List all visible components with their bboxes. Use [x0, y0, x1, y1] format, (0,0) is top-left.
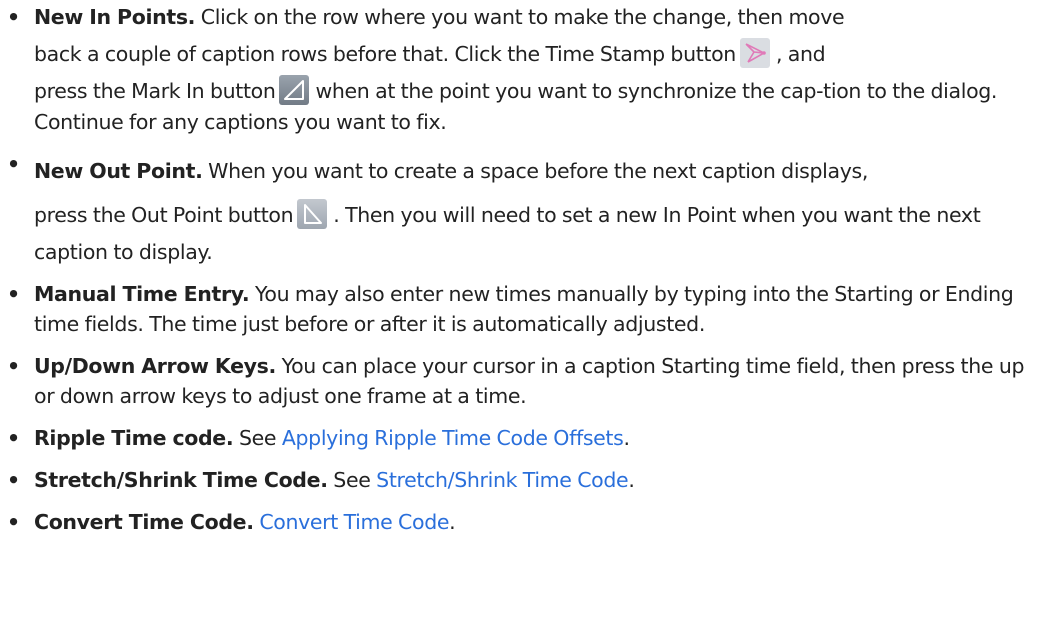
text-line-with-icon: back a couple of caption rows before tha… [34, 32, 1044, 76]
item-text: press the Mark In button [34, 79, 276, 103]
item-text: . [623, 426, 630, 450]
item-term: Convert Time Code. [34, 510, 254, 534]
item-term: Up/Down Arrow Keys. [34, 354, 276, 378]
item-term: Manual Time Entry. [34, 282, 250, 306]
link-convert-time-code[interactable]: Convert Time Code [259, 510, 449, 534]
list-item-manual-time-entry: • Manual Time Entry. You may also enter … [7, 279, 1044, 339]
item-term: Ripple Time code. [34, 426, 234, 450]
item-text: . [449, 510, 456, 534]
item-text: back a couple of caption rows before tha… [34, 42, 736, 66]
bullet-dot: • [7, 282, 20, 306]
item-text: See [327, 468, 377, 492]
item-term: Stretch/Shrink Time Code. [34, 468, 328, 492]
list-item-ripple-time-code: • Ripple Time code. See Applying Ripple … [7, 423, 1044, 453]
bullet-dot: • [7, 5, 20, 29]
bullet-dot: • [7, 426, 20, 450]
mark-in-icon [279, 75, 310, 105]
item-text: When you want to create a space before t… [202, 159, 868, 183]
document-page: • New In Points. Click on the row where … [0, 0, 1054, 642]
item-text: , and [775, 42, 826, 66]
time-stamp-icon [739, 38, 770, 68]
list-item-up-down-arrow-keys: • Up/Down Arrow Keys. You can place your… [7, 351, 1044, 411]
item-text: Click on the row where you want to make … [195, 5, 845, 29]
bullet-dot: • [7, 510, 20, 534]
list-item-convert-time-code: • Convert Time Code. Convert Time Code. [7, 507, 1044, 537]
list-item-new-out-point: • New Out Point. When you want to create… [7, 149, 1044, 267]
bullet-dot: • [7, 354, 20, 378]
link-stretch-shrink-time-code[interactable]: Stretch/Shrink Time Code [376, 468, 628, 492]
item-term: New In Points. [34, 5, 196, 29]
out-point-icon [297, 199, 328, 229]
list-item-new-in-points: • New In Points. Click on the row where … [7, 2, 1044, 137]
bullet-dot: • [7, 152, 20, 176]
bullet-list: • New In Points. Click on the row where … [7, 2, 1044, 537]
item-text: See [233, 426, 282, 450]
bullet-dot: • [7, 468, 20, 492]
item-term: New Out Point. [34, 159, 203, 183]
item-text: . [628, 468, 635, 492]
list-item-stretch-shrink-time-code: • Stretch/Shrink Time Code. See Stretch/… [7, 465, 1044, 495]
item-text: press the Out Point button [34, 203, 294, 227]
link-applying-ripple-time-code-offsets[interactable]: Applying Ripple Time Code Offsets [282, 426, 624, 450]
